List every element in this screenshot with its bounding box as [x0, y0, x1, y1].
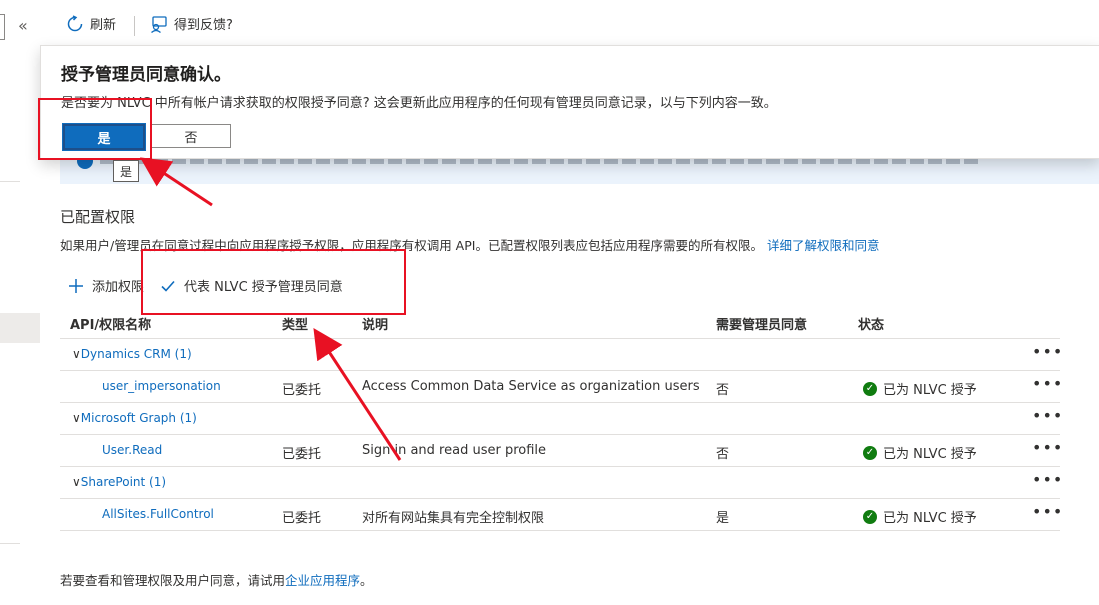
plus-icon: [69, 278, 83, 293]
group-name[interactable]: ∨Dynamics CRM (1): [72, 347, 192, 361]
footer-note: 若要查看和管理权限及用户同意，请试用企业应用程序。: [60, 570, 373, 589]
footer-text: 若要查看和管理权限及用户同意，请试用: [60, 573, 286, 588]
group-name[interactable]: ∨Microsoft Graph (1): [72, 411, 197, 425]
collapse-sidebar-icon[interactable]: «: [18, 16, 28, 35]
status-cell: ✓ 已为 NLVC 授予: [863, 443, 977, 462]
feedback-icon: [151, 15, 167, 33]
add-permission-button[interactable]: 添加权限: [68, 276, 144, 295]
feedback-label: 得到反馈?: [174, 18, 233, 33]
check-circle-icon: ✓: [863, 381, 877, 396]
col-status[interactable]: 状态: [858, 314, 884, 333]
sidebar-selected-item[interactable]: [0, 313, 40, 343]
sidebar-divider: [0, 181, 20, 182]
table-row: user_impersonation 已委托 Access Common Dat…: [60, 371, 1063, 403]
more-options-icon[interactable]: •••: [1032, 374, 1063, 393]
status-cell: ✓ 已为 NLVC 授予: [863, 379, 977, 398]
chevron-down-icon[interactable]: ∨: [72, 475, 81, 489]
check-circle-icon: ✓: [863, 509, 877, 524]
group-row[interactable]: ∨Microsoft Graph (1) •••: [60, 403, 1063, 435]
admin-consent-dialog: 授予管理员同意确认。 是否要为 NLVC 中所有帐户请求获取的权限授予同意? 这…: [40, 45, 1099, 159]
group-name[interactable]: ∨SharePoint (1): [72, 475, 166, 489]
group-row[interactable]: ∨Dynamics CRM (1) •••: [60, 339, 1063, 371]
permission-type: 已委托: [282, 383, 322, 398]
admin-consent-required: 是: [716, 511, 730, 526]
more-options-icon[interactable]: •••: [1032, 470, 1063, 489]
permission-description: Sign in and read user profile: [362, 443, 547, 458]
col-admin-consent-required[interactable]: 需要管理员同意: [716, 314, 807, 333]
refresh-button[interactable]: 刷新: [66, 14, 116, 33]
left-sidebar: «: [0, 0, 40, 605]
more-options-icon[interactable]: •••: [1032, 406, 1063, 425]
table-row: AllSites.FullControl 已委托 对所有网站集具有完全控制权限 …: [60, 499, 1063, 531]
footer-end: 。: [360, 573, 373, 588]
col-api-name[interactable]: API/权限名称: [70, 314, 151, 333]
sidebar-divider: [0, 543, 20, 544]
toolbar-divider: [134, 16, 135, 36]
permissions-table: API/权限名称 类型 说明 需要管理员同意 状态 ∨Dynamics CRM …: [60, 306, 1063, 531]
no-button[interactable]: 否: [151, 124, 231, 148]
chevron-down-icon[interactable]: ∨: [72, 411, 81, 425]
chevron-down-icon[interactable]: ∨: [72, 347, 81, 361]
status-text: 已为 NLVC 授予: [883, 383, 977, 398]
permission-type: 已委托: [282, 511, 322, 526]
learn-more-link[interactable]: 详细了解权限和同意: [767, 238, 880, 253]
add-permission-label: 添加权限: [92, 280, 145, 295]
status-cell: ✓ 已为 NLVC 授予: [863, 507, 977, 526]
annotation-box-yes: [38, 98, 152, 160]
permission-description: 对所有网站集具有完全控制权限: [362, 511, 545, 526]
col-type[interactable]: 类型: [282, 314, 308, 333]
sidebar-search-field[interactable]: [0, 14, 5, 40]
feedback-button[interactable]: 得到反馈?: [150, 14, 233, 33]
yes-tooltip: 是: [113, 160, 139, 182]
table-row: User.Read 已委托 Sign in and read user prof…: [60, 435, 1063, 467]
status-text: 已为 NLVC 授予: [883, 447, 977, 462]
enterprise-apps-link[interactable]: 企业应用程序: [285, 573, 360, 588]
group-row[interactable]: ∨SharePoint (1) •••: [60, 467, 1063, 499]
refresh-icon: [67, 14, 83, 31]
more-options-icon[interactable]: •••: [1032, 342, 1063, 361]
dialog-title: 授予管理员同意确认。: [61, 65, 231, 85]
permission-name-link[interactable]: user_impersonation: [102, 379, 221, 393]
col-description[interactable]: 说明: [362, 314, 388, 333]
more-options-icon[interactable]: •••: [1032, 502, 1063, 521]
annotation-box-grant: [141, 249, 406, 315]
check-circle-icon: ✓: [863, 445, 877, 460]
permission-name-link[interactable]: User.Read: [102, 443, 162, 457]
refresh-label: 刷新: [90, 18, 117, 33]
admin-consent-required: 否: [716, 447, 730, 462]
more-options-icon[interactable]: •••: [1032, 438, 1063, 457]
permission-name-link[interactable]: AllSites.FullControl: [102, 507, 214, 521]
permission-description: Access Common Data Service as organizati…: [362, 379, 700, 394]
status-text: 已为 NLVC 授予: [883, 511, 977, 526]
admin-consent-required: 否: [716, 383, 730, 398]
section-title: 已配置权限: [60, 208, 136, 226]
permission-type: 已委托: [282, 447, 322, 462]
dialog-message: 是否要为 NLVC 中所有帐户请求获取的权限授予同意? 这会更新此应用程序的任何…: [61, 96, 777, 111]
